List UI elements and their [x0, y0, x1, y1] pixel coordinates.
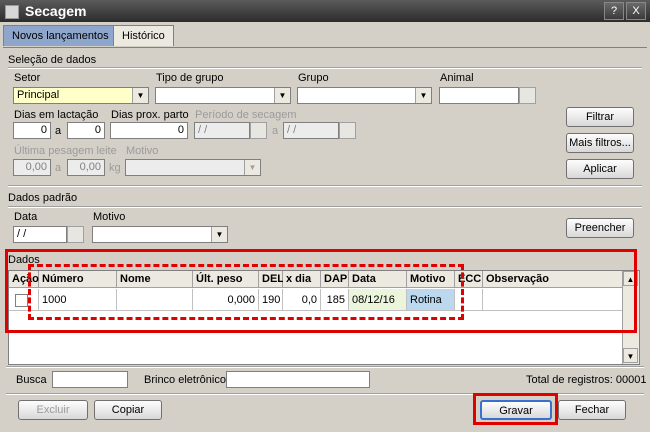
chevron-down-icon[interactable]: ▼ — [244, 160, 260, 175]
filtrar-button[interactable]: Filtrar — [566, 107, 634, 127]
dias-lactacao-to-input[interactable]: 0 — [67, 122, 105, 139]
chevron-down-icon[interactable]: ▼ — [415, 88, 431, 103]
motivo-filter-select[interactable]: ▼ — [125, 159, 261, 176]
pesagem-from-input[interactable]: 0,00 — [13, 159, 51, 176]
animal-input[interactable] — [439, 87, 519, 104]
periodo-label: Período de secagem — [195, 109, 297, 121]
calendar-icon[interactable] — [250, 122, 267, 139]
copiar-button[interactable]: Copiar — [94, 400, 162, 420]
calendar-icon[interactable] — [339, 122, 356, 139]
motivo-label: Motivo — [93, 211, 126, 223]
ultima-pesagem-label: Última pesagem leite — [14, 145, 117, 157]
dias-lactacao-label: Dias em lactação — [14, 109, 99, 121]
highlight-dashed-box — [28, 264, 464, 320]
dias-lactacao-from-input[interactable]: 0 — [13, 122, 51, 139]
data-input[interactable]: / / — [13, 226, 67, 243]
pesagem-to-input[interactable]: 0,00 — [67, 159, 105, 176]
setor-value: Principal — [17, 89, 60, 101]
brinco-input[interactable] — [226, 371, 370, 388]
tab-historico[interactable]: Histórico — [113, 25, 174, 46]
close-button[interactable]: X — [626, 2, 646, 20]
padrao-section-title: Dados padrão — [8, 192, 78, 204]
mais-filtros-button[interactable]: Mais filtros... — [566, 133, 634, 153]
periodo-to-input[interactable]: / / — [283, 122, 339, 139]
aplicar-button[interactable]: Aplicar — [566, 159, 634, 179]
tipo-grupo-select[interactable]: ▼ — [155, 87, 291, 104]
section-divider — [8, 206, 642, 208]
secagem-window: Secagem ? X Novos lançamentos Histórico … — [0, 0, 650, 432]
animal-label: Animal — [440, 72, 474, 84]
section-divider — [8, 185, 642, 187]
app-icon — [5, 5, 19, 19]
range-separator: a — [55, 125, 62, 137]
brinco-label: Brinco eletrônico — [144, 374, 226, 386]
fechar-button[interactable]: Fechar — [558, 400, 626, 420]
help-button[interactable]: ? — [604, 2, 624, 20]
selecao-section-title: Seleção de dados — [8, 54, 97, 66]
chevron-down-icon[interactable]: ▼ — [132, 88, 148, 103]
preencher-button[interactable]: Preencher — [566, 218, 634, 238]
calendar-icon[interactable] — [67, 226, 84, 243]
scroll-down-icon[interactable]: ▼ — [623, 348, 638, 363]
grupo-label: Grupo — [298, 72, 329, 84]
periodo-from-input[interactable]: / / — [194, 122, 250, 139]
title-bar: Secagem ? X — [0, 0, 650, 22]
window-title: Secagem — [25, 3, 87, 19]
section-divider — [6, 366, 644, 368]
highlight-box — [473, 393, 558, 425]
data-label: Data — [14, 211, 38, 223]
setor-select[interactable]: Principal ▼ — [13, 87, 149, 104]
busca-label: Busca — [16, 374, 47, 386]
section-divider — [8, 67, 642, 69]
unit-label: kg — [109, 162, 121, 174]
animal-lookup-button[interactable] — [519, 87, 536, 104]
setor-label: Setor — [14, 72, 41, 84]
busca-input[interactable] — [52, 371, 128, 388]
grupo-select[interactable]: ▼ — [297, 87, 432, 104]
tab-bar: Novos lançamentos Histórico — [3, 25, 647, 48]
total-registros: Total de registros: 00001 — [526, 374, 647, 386]
chevron-down-icon[interactable]: ▼ — [274, 88, 290, 103]
chevron-down-icon[interactable]: ▼ — [211, 227, 227, 242]
excluir-button[interactable]: Excluir — [18, 400, 88, 420]
tab-novos-lancamentos[interactable]: Novos lançamentos — [3, 25, 118, 46]
motivo-select[interactable]: ▼ — [92, 226, 228, 243]
dias-parto-input[interactable]: 0 — [110, 122, 188, 139]
tipo-grupo-label: Tipo de grupo — [156, 72, 224, 84]
range-separator: a — [55, 162, 62, 174]
motivo-filter-label: Motivo — [126, 145, 159, 157]
range-separator: a — [272, 125, 279, 137]
dias-parto-label: Dias prox. parto — [111, 109, 189, 121]
